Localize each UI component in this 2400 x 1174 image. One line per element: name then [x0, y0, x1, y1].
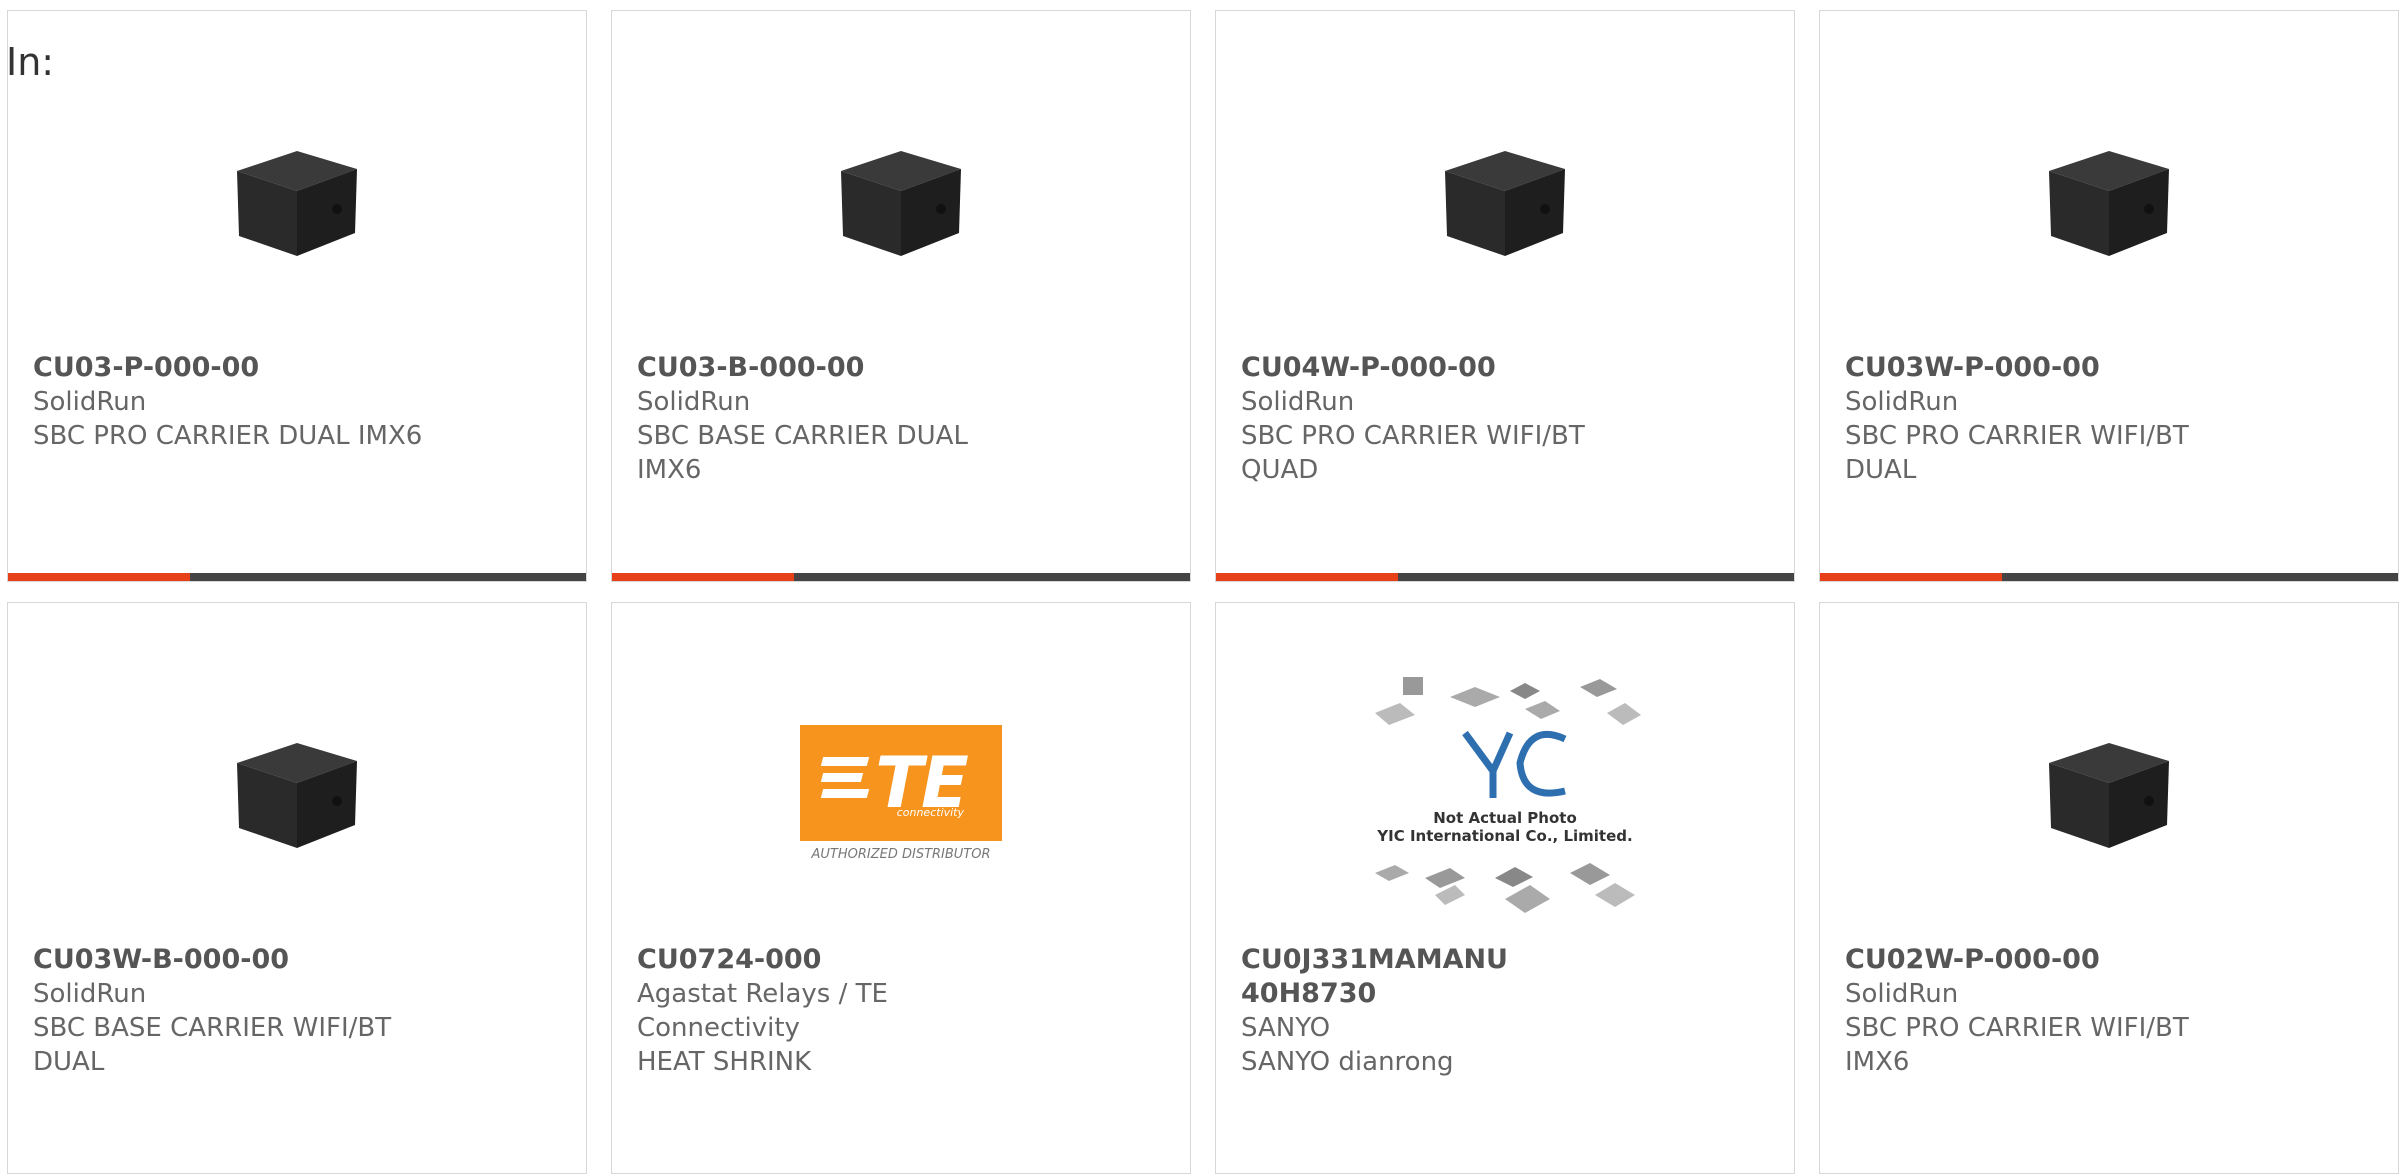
product-image[interactable]: [1216, 71, 1794, 331]
part-number[interactable]: CU03W-B-000-00: [33, 943, 436, 977]
card-bar: [612, 573, 1190, 581]
product-image[interactable]: [1820, 71, 2398, 331]
product-grid: CU03-P-000-00 SolidRun SBC PRO CARRIER D…: [7, 10, 2399, 1174]
manufacturer: SolidRun: [33, 387, 147, 417]
description: SBC PRO CARRIER DUAL IMX6: [33, 421, 423, 451]
product-card[interactable]: CU03-P-000-00 SolidRun SBC PRO CARRIER D…: [7, 10, 587, 582]
card-bar: [1820, 573, 2398, 581]
description: SBC PRO CARRIER WIFI/BT IMX6: [1845, 1013, 2189, 1077]
yic-placeholder-icon: Not Actual Photo YIC International Co., …: [1375, 677, 1641, 913]
description: SBC BASE CARRIER WIFI/BT DUAL: [33, 1013, 392, 1077]
product-card[interactable]: CU02W-P-000-00 SolidRun SBC PRO CARRIER …: [1819, 602, 2399, 1174]
description: SANYO dianrong: [1241, 1047, 1454, 1077]
cubox-icon: [237, 743, 357, 848]
description: SBC PRO CARRIER WIFI/BT DUAL: [1845, 421, 2189, 485]
part-number[interactable]: CU03-P-000-00: [33, 351, 436, 385]
product-image[interactable]: [8, 663, 586, 923]
product-image[interactable]: [612, 71, 1190, 331]
filter-in-label: In:: [6, 40, 55, 84]
product-image[interactable]: [1820, 663, 2398, 923]
product-card[interactable]: Not Actual Photo YIC International Co., …: [1215, 602, 1795, 1174]
product-image[interactable]: Not Actual Photo YIC International Co., …: [1216, 663, 1794, 923]
cubox-icon: [841, 151, 961, 256]
manufacturer: SolidRun: [1241, 387, 1355, 417]
description: SBC BASE CARRIER DUAL IMX6: [637, 421, 968, 485]
card-bar: [1216, 573, 1794, 581]
description: SBC PRO CARRIER WIFI/BT QUAD: [1241, 421, 1585, 485]
product-image[interactable]: TE connectivity AUTHORIZED DISTRIBUTOR: [612, 663, 1190, 923]
part-number[interactable]: CU0J331MAMANU 40H8730: [1241, 943, 1644, 1011]
cubox-icon: [237, 151, 357, 256]
part-number[interactable]: CU02W-P-000-00: [1845, 943, 2248, 977]
product-card[interactable]: CU03-B-000-00 SolidRun SBC BASE CARRIER …: [611, 10, 1191, 582]
product-card[interactable]: TE connectivity AUTHORIZED DISTRIBUTOR C…: [611, 602, 1191, 1174]
manufacturer: SANYO: [1241, 1013, 1331, 1043]
cubox-icon: [1445, 151, 1565, 256]
product-image[interactable]: [8, 71, 586, 331]
manufacturer: SolidRun: [33, 979, 147, 1009]
part-number[interactable]: CU04W-P-000-00: [1241, 351, 1644, 385]
part-number[interactable]: CU03W-P-000-00: [1845, 351, 2248, 385]
product-card[interactable]: CU03W-P-000-00 SolidRun SBC PRO CARRIER …: [1819, 10, 2399, 582]
yic-line2: YIC International Co., Limited.: [1376, 827, 1632, 845]
product-card[interactable]: CU03W-B-000-00 SolidRun SBC BASE CARRIER…: [7, 602, 587, 1174]
manufacturer: Agastat Relays / TE Connectivity: [637, 979, 888, 1043]
manufacturer: SolidRun: [1845, 979, 1959, 1009]
product-card[interactable]: CU04W-P-000-00 SolidRun SBC PRO CARRIER …: [1215, 10, 1795, 582]
te-logo: TE connectivity AUTHORIZED DISTRIBUTOR: [800, 724, 1002, 862]
cubox-icon: [2049, 151, 2169, 256]
manufacturer: SolidRun: [637, 387, 751, 417]
part-number[interactable]: CU0724-000: [637, 943, 1040, 977]
part-number[interactable]: CU03-B-000-00: [637, 351, 1040, 385]
card-bar: [8, 573, 586, 581]
te-logo-sub: connectivity: [896, 805, 964, 819]
description: HEAT SHRINK: [637, 1047, 812, 1077]
te-logo-caption: AUTHORIZED DISTRIBUTOR: [811, 846, 991, 862]
yic-line1: Not Actual Photo: [1433, 809, 1577, 827]
cubox-icon: [2049, 743, 2169, 848]
manufacturer: SolidRun: [1845, 387, 1959, 417]
